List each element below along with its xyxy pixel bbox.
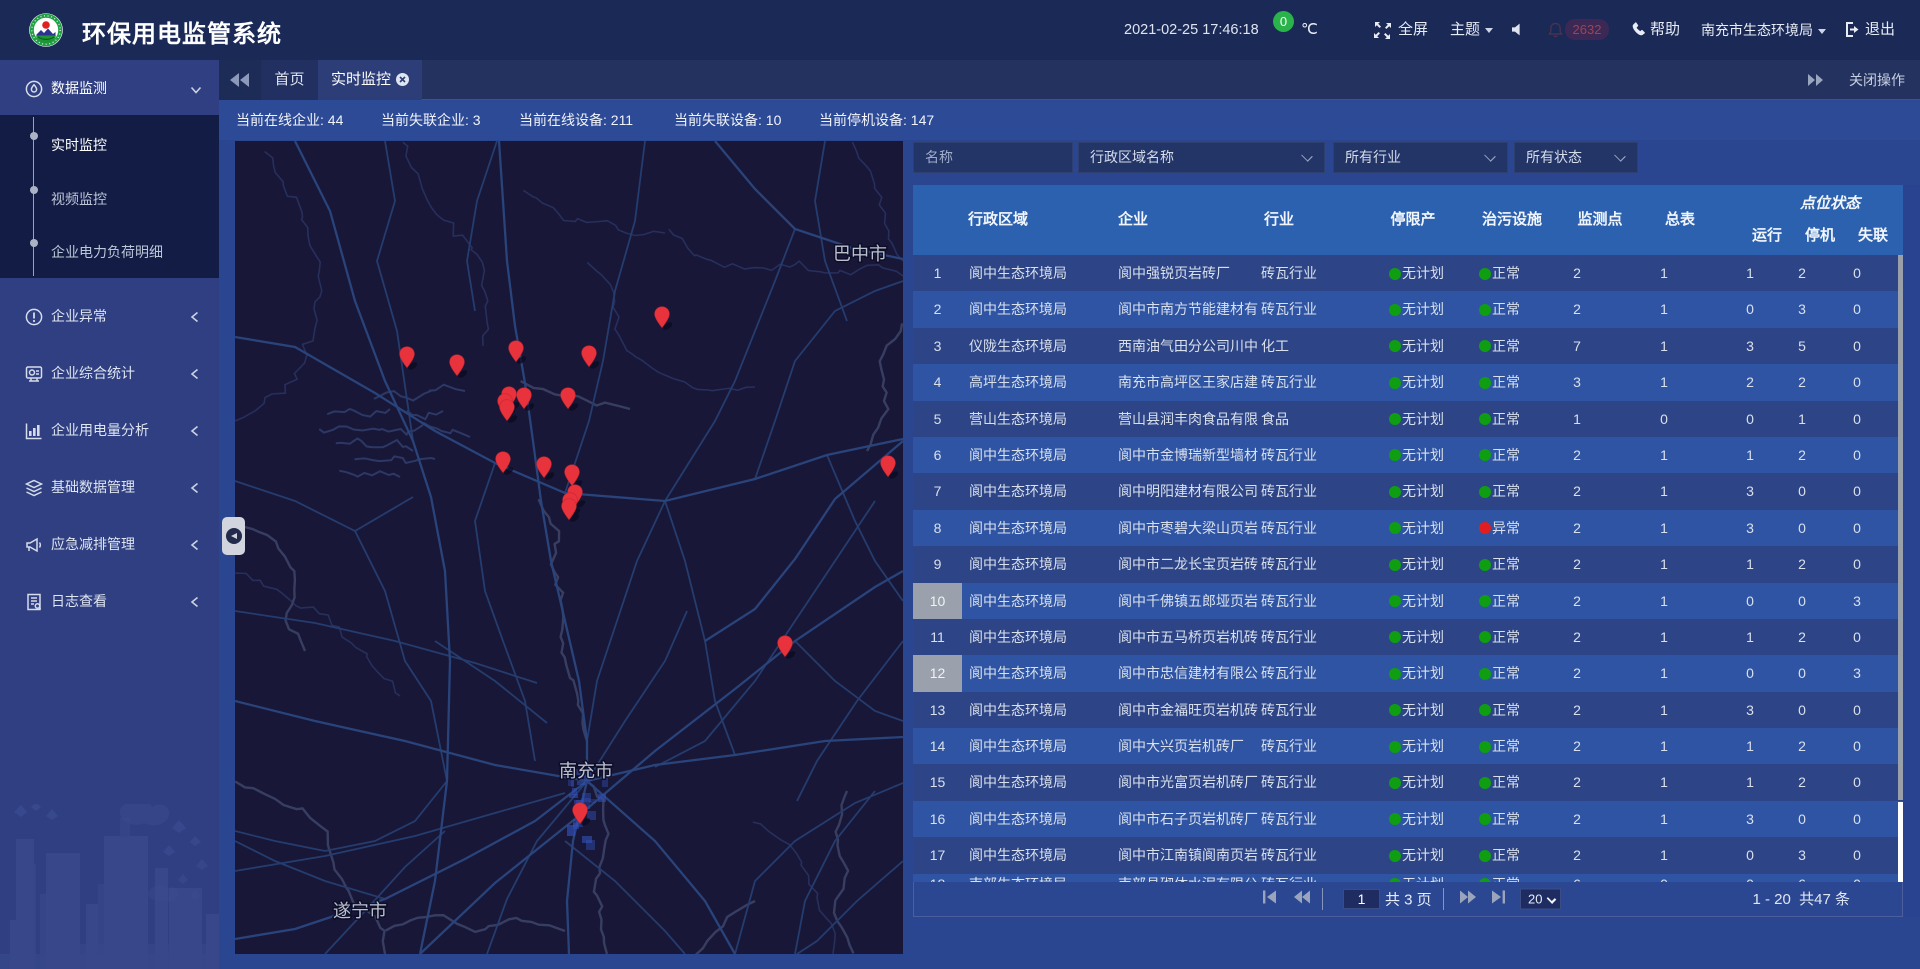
svg-text:遂宁市: 遂宁市 [333,901,387,921]
svg-text:巴中市: 巴中市 [833,244,887,264]
svg-text:南充市: 南充市 [559,761,613,781]
